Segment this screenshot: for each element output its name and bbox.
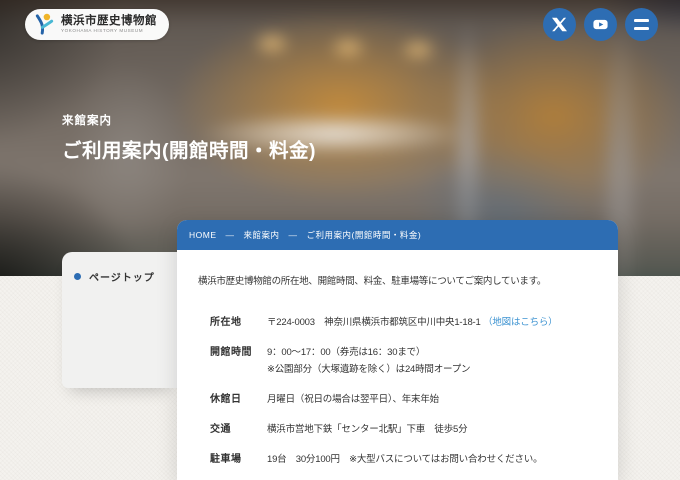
breadcrumb-home-link[interactable]: HOME	[189, 230, 217, 240]
header-buttons	[543, 8, 658, 41]
table-row-closed: 休館日 月曜日（祝日の場合は翌平日）、年末年始	[210, 391, 618, 408]
info-table: 所在地 〒224-0003 神奈川県横浜市都筑区中川中央1-18-1 （地図はこ…	[210, 314, 618, 468]
youtube-icon	[593, 19, 608, 30]
x-twitter-button[interactable]	[543, 8, 576, 41]
youtube-button[interactable]	[584, 8, 617, 41]
breadcrumb: HOME — 来館案内 — ご利用案内(開館時間・料金)	[177, 220, 618, 250]
page: 横浜市歴史博物館 YOKOHAMA HISTORY MUSEUM 来館案内 ご利…	[0, 0, 680, 480]
sidebar-card: ページトップ	[62, 252, 177, 388]
row-value: 9：00〜17：00（券売は16：30まで） ※公園部分（大塚遺跡を除く）は24…	[267, 344, 618, 378]
row-value: 19台 30分100円 ※大型バスについてはお問い合わせください。	[267, 454, 543, 465]
page-title: ご利用案内(開館時間・料金)	[62, 140, 316, 162]
intro-text: 横浜市歴史博物館の所在地、開館時間、料金、駐車場等についてご案内しています。	[198, 276, 547, 287]
table-row-parking: 駐車場 19台 30分100円 ※大型バスについてはお問い合わせください。	[210, 451, 618, 468]
breadcrumb-visit-link[interactable]: 来館案内	[244, 229, 280, 241]
row-label: 休館日	[210, 394, 242, 405]
main-card: HOME — 来館案内 — ご利用案内(開館時間・料金) 横浜市歴史博物館の所在…	[177, 220, 618, 480]
hours-line: 9：00〜17：00（券売は16：30まで）	[267, 347, 426, 358]
map-link[interactable]: （地図はこちら）	[483, 317, 558, 328]
row-label: 開館時間	[210, 347, 252, 358]
breadcrumb-separator: —	[225, 230, 235, 240]
hero-heading: 来館案内 ご利用案内(開館時間・料金)	[62, 112, 316, 163]
menu-button[interactable]	[625, 8, 658, 41]
row-value: 〒224-0003 神奈川県横浜市都筑区中川中央1-18-1 （地図はこちら）	[267, 314, 618, 331]
sidebar-item-page-top[interactable]: ページトップ	[62, 252, 177, 284]
breadcrumb-current: ご利用案内(開館時間・料金)	[306, 230, 422, 240]
x-twitter-icon	[552, 17, 567, 32]
row-label: 所在地	[210, 317, 242, 328]
row-label: 交通	[210, 424, 231, 435]
bullet-icon	[74, 273, 81, 280]
table-row-hours: 開館時間 9：00〜17：00（券売は16：30まで） ※公園部分（大塚遺跡を除…	[210, 344, 618, 378]
row-label: 駐車場	[210, 454, 242, 465]
logo-subtitle: YOKOHAMA HISTORY MUSEUM	[61, 27, 144, 33]
logo-text: 横浜市歴史博物館 YOKOHAMA HISTORY MUSEUM	[61, 15, 157, 33]
row-value: 月曜日（祝日の場合は翌平日）、年末年始	[267, 394, 439, 405]
site-logo[interactable]: 横浜市歴史博物館 YOKOHAMA HISTORY MUSEUM	[25, 9, 169, 40]
sidebar-item-label: ページトップ	[89, 273, 155, 284]
main-content: 横浜市歴史博物館の所在地、開館時間、料金、駐車場等についてご案内しています。 所…	[177, 274, 618, 468]
breadcrumb-separator: —	[288, 230, 298, 240]
table-row-access: 交通 横浜市営地下鉄「センター北駅」下車 徒歩5分	[210, 421, 618, 438]
row-value: 横浜市営地下鉄「センター北駅」下車 徒歩5分	[267, 424, 468, 435]
logo-title: 横浜市歴史博物館	[61, 15, 157, 28]
hamburger-icon	[634, 19, 649, 30]
museum-logo-icon	[35, 13, 54, 35]
hero-category: 来館案内	[62, 115, 112, 127]
hours-note: ※公園部分（大塚遺跡を除く）は24時間オープン	[267, 364, 471, 375]
address-text: 〒224-0003 神奈川県横浜市都筑区中川中央1-18-1	[267, 317, 481, 328]
table-row-address: 所在地 〒224-0003 神奈川県横浜市都筑区中川中央1-18-1 （地図はこ…	[210, 314, 618, 331]
